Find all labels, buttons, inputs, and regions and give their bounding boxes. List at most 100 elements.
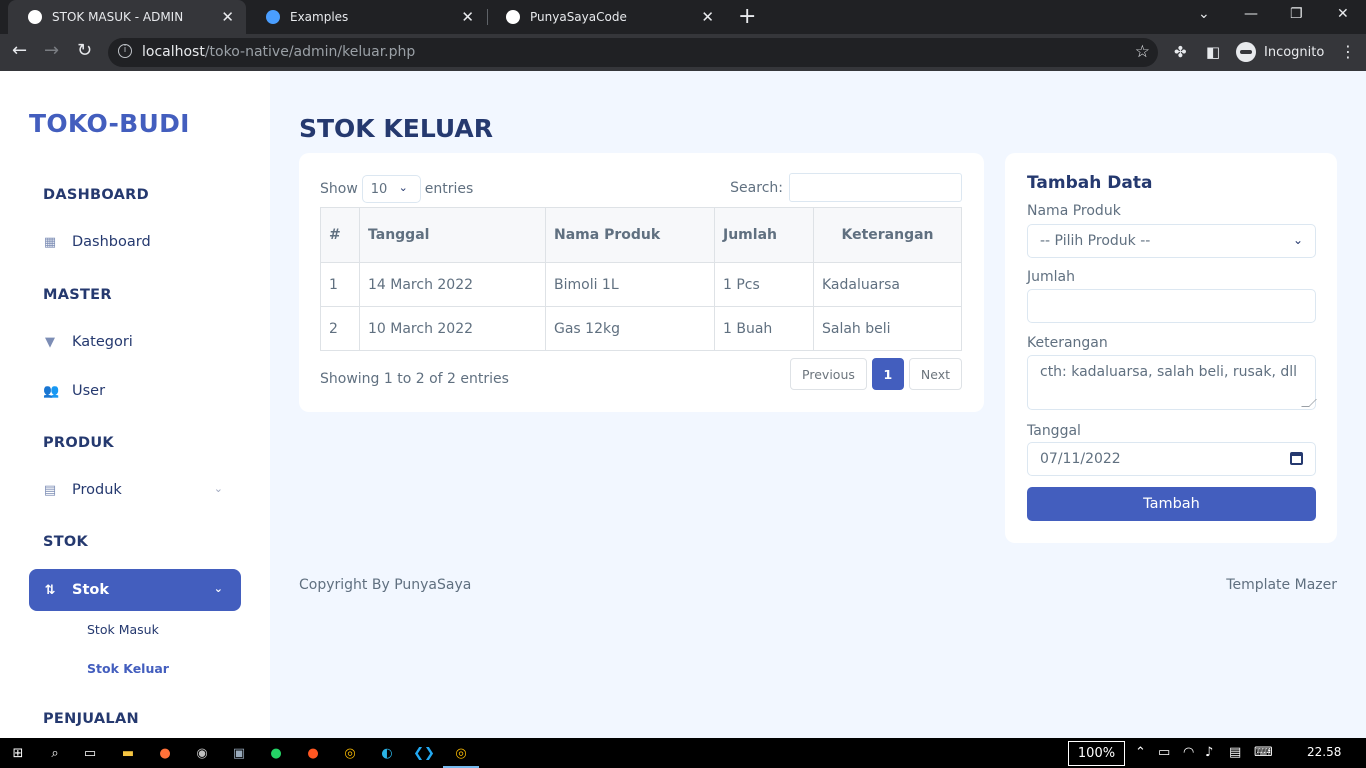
close-tab-icon[interactable]: ✕ bbox=[701, 8, 714, 26]
tab-title: Examples bbox=[290, 10, 349, 24]
table-row: 2 10 March 2022 Gas 12kg 1 Buah Salah be… bbox=[320, 306, 962, 351]
bookmark-star-icon[interactable]: ☆ bbox=[1135, 42, 1150, 62]
incognito-icon bbox=[1236, 42, 1256, 62]
tambah-button[interactable]: Tambah bbox=[1027, 487, 1316, 521]
sidebar-item-dashboard[interactable]: ▦ Dashboard bbox=[29, 221, 241, 263]
edge-icon[interactable]: ◐ bbox=[377, 743, 397, 763]
previous-button[interactable]: Previous bbox=[790, 358, 867, 390]
file-explorer-icon[interactable]: ▬ bbox=[118, 743, 138, 763]
submenu-stok-keluar[interactable]: Stok Keluar bbox=[87, 661, 169, 676]
sidebar-item-user[interactable]: 👥 User bbox=[29, 370, 241, 412]
back-icon[interactable]: ← bbox=[12, 40, 27, 61]
column-header-number[interactable]: # bbox=[320, 207, 360, 263]
zoom-indicator[interactable]: 100% bbox=[1068, 741, 1125, 766]
grid-icon: ▦ bbox=[43, 234, 57, 250]
tanggal-input[interactable]: 07/11/2022 bbox=[1027, 442, 1316, 476]
tab-examples[interactable]: Examples ✕ bbox=[246, 0, 486, 34]
side-panel-icon[interactable]: ◧ bbox=[1206, 43, 1220, 61]
tray-chevron-icon[interactable]: ⌃ bbox=[1135, 745, 1146, 760]
table-header-row: # Tanggal Nama Produk Jumlah Keterangan bbox=[320, 207, 962, 263]
entries-length: Show 10 ⌄ entries bbox=[320, 175, 473, 203]
column-header-tanggal[interactable]: Tanggal bbox=[359, 207, 546, 263]
sidebar-item-kategori[interactable]: ▼ Kategori bbox=[29, 321, 241, 363]
footer-copyright: Copyright By PunyaSaya bbox=[299, 577, 472, 593]
address-bar[interactable]: i localhost/toko-native/admin/keluar.php… bbox=[108, 38, 1158, 67]
cell-tanggal: 10 March 2022 bbox=[359, 306, 546, 351]
gimp-icon[interactable]: ◉ bbox=[192, 743, 212, 763]
submenu-stok-masuk[interactable]: Stok Masuk bbox=[87, 622, 159, 637]
show-label: Show bbox=[320, 181, 358, 197]
extensions-icon[interactable]: ✤ bbox=[1174, 43, 1187, 61]
footer-template-link[interactable]: Template Mazer bbox=[1226, 577, 1337, 593]
volume-icon[interactable]: ♪ bbox=[1205, 745, 1213, 760]
close-window-icon[interactable]: ✕ bbox=[1337, 6, 1349, 22]
restore-icon[interactable]: ❐ bbox=[1290, 6, 1303, 22]
cell-nama-produk: Gas 12kg bbox=[545, 306, 715, 351]
page-1-button[interactable]: 1 bbox=[871, 358, 904, 390]
chrome-icon[interactable]: ◎ bbox=[340, 743, 360, 763]
column-header-jumlah[interactable]: Jumlah bbox=[714, 207, 814, 263]
photos-icon[interactable]: ▣ bbox=[229, 743, 249, 763]
cell-nama-produk: Bimoli 1L bbox=[545, 262, 715, 307]
site-info-icon[interactable]: i bbox=[118, 44, 132, 58]
notifications-icon[interactable]: ▤ bbox=[1229, 745, 1241, 760]
column-header-keterangan[interactable]: Keterangan bbox=[813, 207, 962, 263]
stok-keluar-table: # Tanggal Nama Produk Jumlah Keterangan … bbox=[320, 207, 962, 351]
windows-start-icon[interactable]: ⊞ bbox=[8, 743, 28, 763]
battery-icon[interactable]: ▭ bbox=[1158, 745, 1170, 760]
url-text: localhost/toko-native/admin/keluar.php bbox=[142, 44, 415, 60]
menu-section-stok: STOK bbox=[43, 534, 89, 550]
postman-icon[interactable]: ● bbox=[303, 743, 323, 763]
keyboard-icon[interactable]: ⌨ bbox=[1254, 745, 1273, 760]
task-view-icon[interactable]: ▭ bbox=[80, 743, 100, 763]
reload-icon[interactable]: ↻ bbox=[77, 40, 92, 61]
firefox-icon[interactable]: ● bbox=[155, 743, 175, 763]
close-tab-icon[interactable]: ✕ bbox=[461, 8, 474, 26]
brand-logo[interactable]: TOKO-BUDI bbox=[29, 109, 190, 138]
table-row: 1 14 March 2022 Bimoli 1L 1 Pcs Kadaluar… bbox=[320, 262, 962, 307]
forward-icon[interactable]: → bbox=[44, 40, 59, 61]
menu-section-master: MASTER bbox=[43, 287, 112, 303]
browser-toolbar: ← → ↻ i localhost/toko-native/admin/kelu… bbox=[0, 34, 1366, 71]
nama-produk-select[interactable]: -- Pilih Produk -- ⌄ bbox=[1027, 224, 1316, 258]
wifi-icon[interactable]: ◠ bbox=[1183, 745, 1194, 760]
tab-title: PunyaSayaCode bbox=[530, 10, 627, 24]
vscode-icon[interactable]: ❮❯ bbox=[413, 743, 435, 763]
sidebar-item-produk[interactable]: ▤ Produk ⌄ bbox=[29, 469, 241, 511]
calendar-icon[interactable] bbox=[1290, 452, 1303, 465]
sidebar: TOKO-BUDI DASHBOARD ▦ Dashboard MASTER ▼… bbox=[0, 71, 270, 738]
browser-tab-bar: STOK MASUK - ADMIN ✕ Examples ✕ PunyaSay… bbox=[0, 0, 1366, 34]
table-search: Search: bbox=[730, 173, 962, 202]
menu-section-dashboard: DASHBOARD bbox=[43, 187, 149, 203]
form-title: Tambah Data bbox=[1027, 173, 1153, 193]
menu-kebab-icon[interactable]: ⋮ bbox=[1340, 42, 1356, 61]
tab-stok-masuk[interactable]: STOK MASUK - ADMIN ✕ bbox=[8, 0, 246, 34]
sidebar-item-stok[interactable]: ⇅ Stok ⌄ bbox=[29, 569, 241, 611]
pagination: Previous 1 Next bbox=[785, 358, 962, 390]
new-tab-icon[interactable]: + bbox=[738, 4, 756, 29]
url-host: localhost bbox=[142, 44, 205, 60]
whatsapp-icon[interactable]: ● bbox=[266, 743, 286, 763]
safari-icon bbox=[266, 10, 280, 24]
profile-label: Incognito bbox=[1264, 44, 1325, 60]
next-button[interactable]: Next bbox=[908, 358, 962, 390]
column-header-nama-produk[interactable]: Nama Produk bbox=[545, 207, 715, 263]
minimize-icon[interactable]: — bbox=[1244, 6, 1258, 22]
close-tab-icon[interactable]: ✕ bbox=[221, 8, 234, 26]
entries-select[interactable]: 10 ⌄ bbox=[361, 175, 421, 203]
globe-icon bbox=[28, 10, 42, 24]
search-icon[interactable]: ⌕ bbox=[45, 743, 65, 763]
keterangan-textarea[interactable]: cth: kadaluarsa, salah beli, rusak, dll bbox=[1027, 355, 1317, 410]
cell-jumlah: 1 Pcs bbox=[714, 262, 814, 307]
incognito-profile[interactable]: Incognito bbox=[1236, 42, 1324, 62]
resize-grip-icon[interactable] bbox=[1301, 399, 1317, 407]
search-input[interactable] bbox=[789, 173, 962, 202]
clock[interactable]: 22.58 bbox=[1307, 745, 1341, 759]
chrome-active-icon[interactable]: ◎ bbox=[443, 743, 479, 768]
archive-icon: ▤ bbox=[43, 482, 57, 498]
jumlah-input[interactable] bbox=[1027, 289, 1316, 323]
tab-search-icon[interactable]: ⌄ bbox=[1198, 6, 1210, 22]
tab-punyasayacode[interactable]: PunyaSayaCode ✕ bbox=[486, 0, 726, 34]
url-path: /toko-native/admin/keluar.php bbox=[204, 44, 416, 60]
cell-number: 2 bbox=[320, 306, 360, 351]
